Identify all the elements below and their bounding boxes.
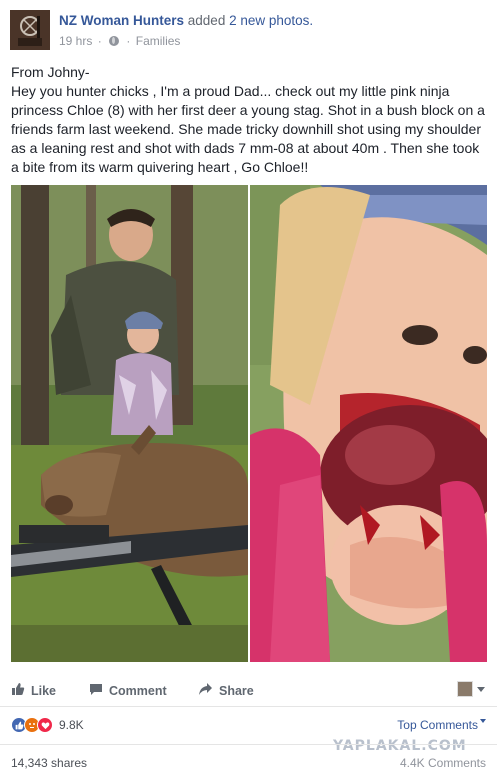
post-as-selector[interactable] [457, 680, 487, 698]
post-text-line: Hey you hunter chicks , I'm a proud Dad.… [11, 83, 485, 175]
meta-separator: · [97, 34, 102, 48]
post-text-line: From Johny- [11, 64, 90, 80]
post-meta: 19 hrs · · Families [59, 34, 180, 48]
like-button[interactable]: Like [11, 682, 56, 699]
share-arrow-icon [198, 682, 213, 699]
chevron-down-icon [477, 686, 485, 692]
page-avatar[interactable] [10, 10, 50, 50]
post-text: From Johny- Hey you hunter chicks , I'm … [11, 63, 487, 177]
page-name-link[interactable]: NZ Woman Hunters [59, 13, 184, 28]
photo-hunter-with-deer[interactable] [11, 185, 248, 662]
top-comments-label: Top Comments [397, 718, 478, 732]
divider [0, 744, 497, 745]
thumbs-up-icon [11, 682, 25, 699]
reactions-summary[interactable]: 9.8K [11, 716, 84, 734]
comments-count[interactable]: 4.4K Comments [400, 756, 486, 770]
audience-label[interactable]: Families [136, 34, 181, 48]
post-action-text: added [187, 13, 226, 28]
post-timestamp[interactable]: 19 hrs [59, 34, 92, 48]
photo-grid [11, 185, 487, 662]
share-label: Share [219, 683, 254, 698]
comment-icon [89, 682, 103, 699]
top-comments-dropdown[interactable]: Top Comments [397, 718, 486, 732]
shares-count[interactable]: 14,343 shares [11, 756, 87, 770]
photo-girl-eating-heart[interactable] [250, 185, 487, 662]
comment-button[interactable]: Comment [89, 682, 167, 699]
chevron-down-icon [480, 719, 486, 723]
share-button[interactable]: Share [198, 682, 254, 699]
photo-count-link[interactable]: 2 new photos. [229, 13, 313, 28]
love-reaction-icon [37, 717, 53, 733]
watermark: YAPLAKAL.COM [333, 738, 467, 754]
like-label: Like [31, 683, 57, 698]
action-bar: Like Comment Share [11, 678, 487, 702]
post-header: NZ Woman Hunters added 2 new photos. 19 … [10, 10, 490, 52]
viewer-avatar [457, 681, 473, 697]
meta-separator: · [126, 34, 131, 48]
page-name-line: NZ Woman Hunters added 2 new photos. [59, 13, 313, 28]
comment-label: Comment [109, 683, 167, 698]
globe-icon [109, 36, 120, 46]
reaction-count: 9.8K [59, 718, 84, 732]
divider [0, 706, 497, 707]
